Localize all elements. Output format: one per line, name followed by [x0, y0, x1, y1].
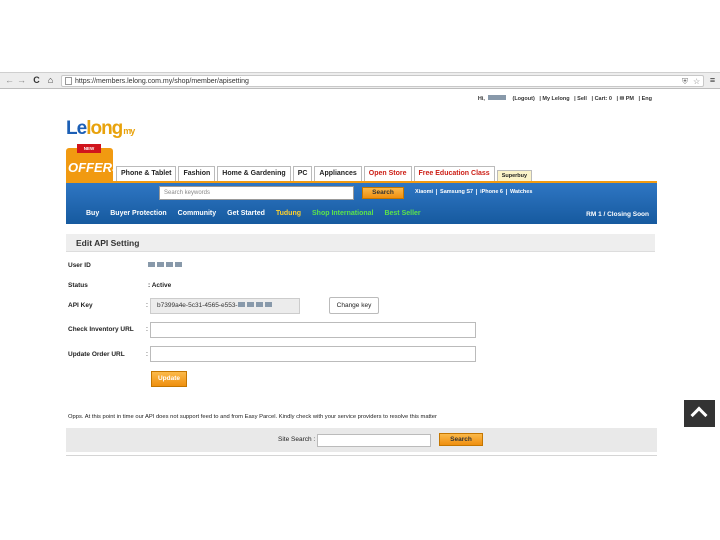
address-bar[interactable]: https://members.lelong.com.my/shop/membe…: [61, 75, 704, 87]
username-redacted: [487, 95, 506, 100]
home-icon[interactable]: ⌂: [45, 75, 56, 86]
tab-pc[interactable]: PC: [292, 166, 313, 181]
forward-icon[interactable]: →: [16, 75, 27, 86]
order-colon: :: [146, 351, 148, 358]
language-link[interactable]: | Eng: [639, 96, 652, 102]
chevron-up-icon: [690, 406, 708, 424]
pm-link[interactable]: | ✉ PM: [617, 96, 634, 102]
menu-icon[interactable]: ≡: [707, 75, 718, 86]
lelong-logo[interactable]: Lelongmy: [66, 118, 135, 142]
menu-shop-international[interactable]: Shop International: [312, 210, 373, 217]
divider: [66, 455, 657, 456]
page-title: Edit API Setting: [76, 238, 140, 248]
browser-toolbar: ← → C ⌂ https://members.lelong.com.my/sh…: [0, 72, 720, 89]
api-key-value: b7399a4e-5c31-4565-e553-: [157, 302, 238, 309]
quick-link-xiaomi[interactable]: Xiaomi: [412, 189, 438, 195]
update-order-url-input[interactable]: [150, 346, 476, 362]
site-search-label: Site Search :: [278, 436, 316, 443]
greeting: Hi,: [477, 96, 485, 102]
search-input[interactable]: Search keywords: [159, 186, 354, 200]
site-search-bar: Site Search : Search: [66, 428, 657, 452]
offers-tab[interactable]: NEW OFFERS: [66, 144, 121, 181]
new-badge: NEW: [77, 144, 101, 153]
menu-best-seller[interactable]: Best Seller: [384, 210, 420, 217]
user-id-value-redacted: [148, 262, 184, 269]
my-lelong-link[interactable]: | My Lelong: [539, 96, 569, 102]
sell-link[interactable]: | Sell: [574, 96, 587, 102]
status-label: Status: [68, 282, 88, 289]
site-search-button[interactable]: Search: [439, 433, 483, 446]
tab-superbuy[interactable]: Superbuy: [496, 170, 533, 181]
notice-text: Opps. At this point in time our API does…: [68, 414, 437, 420]
search-button[interactable]: Search: [362, 187, 404, 199]
quick-links: Xiaomi Samsung S7 iPhone 6 Watches: [412, 189, 535, 195]
star-icon[interactable]: ☆: [693, 77, 700, 86]
menu-buyer-protection[interactable]: Buyer Protection: [110, 210, 166, 217]
api-key-colon: :: [146, 302, 148, 309]
tab-phone-tablet[interactable]: Phone & Tablet: [116, 166, 177, 181]
cart-link[interactable]: | Cart: 0: [592, 96, 613, 102]
api-key-field[interactable]: b7399a4e-5c31-4565-e553-: [150, 298, 300, 314]
back-icon[interactable]: ←: [4, 75, 15, 86]
offers-label: OFFERS: [68, 160, 121, 175]
tab-fashion[interactable]: Fashion: [178, 166, 216, 181]
main-menu: Buy Buyer Protection Community Get Start…: [86, 210, 432, 217]
user-links: Hi, (Logout) | My Lelong | Sell | Cart: …: [475, 95, 652, 102]
quick-link-samsung[interactable]: Samsung S7: [437, 189, 478, 195]
site-search-input[interactable]: [317, 434, 431, 447]
update-button[interactable]: Update: [151, 371, 187, 387]
category-tabs: Phone & Tablet Fashion Home & Gardening …: [116, 166, 534, 181]
rm1-closing-soon-link[interactable]: RM 1 / Closing Soon: [586, 211, 649, 218]
inventory-colon: :: [146, 326, 148, 333]
logout-link[interactable]: (Logout): [512, 96, 534, 102]
panel-header: Edit API Setting: [66, 234, 655, 252]
page-icon: [65, 77, 72, 85]
change-key-button[interactable]: Change key: [329, 297, 379, 314]
check-inventory-url-input[interactable]: [150, 322, 476, 338]
update-order-url-label: Update Order URL: [68, 351, 125, 358]
tab-free-education-class[interactable]: Free Education Class: [413, 166, 495, 181]
api-key-label: API Key: [68, 302, 93, 309]
menu-tudung[interactable]: Tudung: [276, 210, 301, 217]
tab-appliances[interactable]: Appliances: [314, 166, 362, 181]
shield-icon[interactable]: ⛨: [682, 77, 688, 86]
tab-open-store[interactable]: Open Store: [363, 166, 412, 181]
url-text: https://members.lelong.com.my/shop/membe…: [75, 78, 249, 85]
scroll-to-top-button[interactable]: [684, 400, 715, 427]
reload-icon[interactable]: C: [31, 75, 42, 86]
tab-home-gardening[interactable]: Home & Gardening: [217, 166, 291, 181]
menu-community[interactable]: Community: [178, 210, 217, 217]
user-id-label: User ID: [68, 262, 91, 269]
main-nav-bar: Search keywords Search Xiaomi Samsung S7 i…: [66, 181, 657, 224]
check-inventory-url-label: Check Inventory URL: [68, 326, 134, 333]
quick-link-iphone[interactable]: iPhone 6: [477, 189, 507, 195]
menu-get-started[interactable]: Get Started: [227, 210, 265, 217]
menu-buy[interactable]: Buy: [86, 210, 99, 217]
quick-link-watches[interactable]: Watches: [507, 189, 535, 195]
status-value: : Active: [148, 282, 172, 289]
